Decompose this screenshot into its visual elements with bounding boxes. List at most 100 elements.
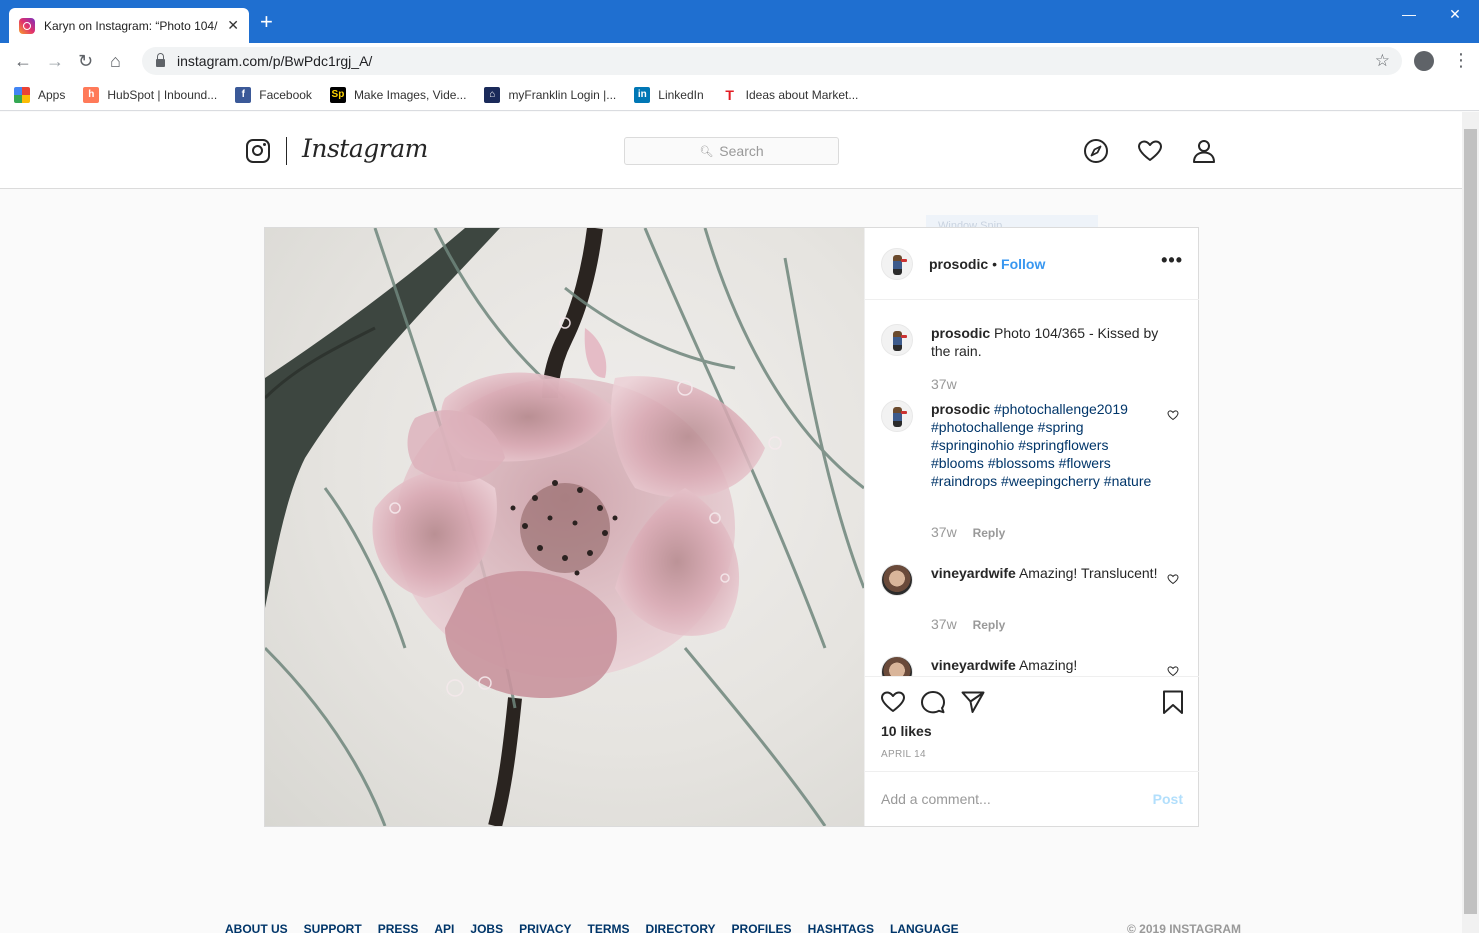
footer-link[interactable]: PROFILES (732, 922, 792, 933)
forward-icon[interactable]: → (46, 51, 64, 71)
profile-person-icon[interactable] (1191, 138, 1217, 164)
page-scrollbar[interactable] (1462, 112, 1479, 933)
hashtag[interactable]: #photochallenge (931, 419, 1034, 435)
comment-item: vineyardwife Amazing! (881, 656, 1183, 676)
footer-link[interactable]: ABOUT US (225, 922, 288, 933)
tab-close-icon[interactable]: ✕ (227, 17, 239, 34)
bookmark-star-icon[interactable]: ☆ (1375, 51, 1390, 71)
bookmark-franklin[interactable]: ⌂ myFranklin Login |... (484, 86, 616, 103)
caption-username[interactable]: prosodic (931, 325, 990, 341)
hashtag[interactable]: #flowers (1059, 455, 1111, 471)
hashtag[interactable]: #blossoms (988, 455, 1055, 471)
post-actions: 10 likes APRIL 14 (865, 676, 1199, 771)
bookmark-spark[interactable]: Sp Make Images, Vide... (329, 86, 466, 103)
search-input[interactable]: 🔍︎ Search (624, 137, 839, 165)
instagram-camera-icon[interactable] (246, 139, 270, 163)
bookmark-facebook[interactable]: f Facebook (235, 86, 312, 103)
reload-icon[interactable]: ↻ (78, 51, 93, 71)
comments-list: prosodic Photo 104/365 - Kissed by the r… (865, 301, 1199, 676)
hashtag[interactable]: #springflowers (1018, 437, 1108, 453)
activity-heart-icon[interactable] (1137, 138, 1163, 164)
cherry-blossom-image (265, 228, 864, 826)
comment-username[interactable]: prosodic (931, 401, 990, 417)
profile-icon[interactable] (1414, 51, 1434, 71)
comment-avatar[interactable] (881, 400, 913, 432)
menu-icon[interactable]: ⋮ (1452, 50, 1470, 71)
author-avatar[interactable] (881, 247, 913, 280)
comment-text: Amazing! Translucent! (1018, 565, 1158, 581)
browser-tab[interactable]: Karyn on Instagram: “Photo 104/ ✕ (9, 8, 249, 43)
footer-links: ABOUT US SUPPORT PRESS API JOBS PRIVACY … (225, 922, 1245, 933)
comment-time[interactable]: 37w (931, 524, 957, 540)
like-heart-icon[interactable] (880, 689, 906, 715)
new-tab-button[interactable]: + (260, 11, 273, 33)
comment-like-heart-icon[interactable] (1167, 573, 1179, 585)
comment-item: vineyardwife Amazing! Translucent! (881, 564, 1183, 596)
footer-link[interactable]: LANGUAGE (890, 922, 959, 933)
comment-username[interactable]: vineyardwife (931, 565, 1016, 581)
linkedin-icon: in (634, 86, 651, 103)
footer-link[interactable]: DIRECTORY (646, 922, 716, 933)
comment-text: Amazing! (1018, 657, 1078, 673)
author-username[interactable]: prosodic (929, 256, 988, 272)
search-icon: 🔍︎ (699, 145, 714, 158)
bookmark-linkedin[interactable]: in LinkedIn (634, 86, 704, 103)
hashtag[interactable]: #blooms (931, 455, 984, 471)
hashtag[interactable]: #nature (1104, 473, 1151, 489)
caption-meta: 37w (931, 376, 957, 392)
bookmarks-bar: Apps h HubSpot | Inbound... f Facebook S… (0, 79, 1479, 111)
search-placeholder: Search (719, 143, 764, 159)
comment-bubble-icon[interactable] (920, 689, 946, 715)
back-icon[interactable]: ← (14, 51, 32, 71)
likes-count[interactable]: 10 likes (881, 723, 932, 739)
hashtag[interactable]: #springinohio (931, 437, 1014, 453)
bookmark-apps[interactable]: Apps (14, 86, 65, 103)
caption-avatar[interactable] (881, 324, 913, 356)
hashtag[interactable]: #photochallenge2019 (994, 401, 1128, 417)
more-options-icon[interactable]: ••• (1161, 250, 1183, 271)
apps-grid-icon (14, 86, 30, 103)
save-bookmark-icon[interactable] (1160, 689, 1186, 715)
commenter-avatar[interactable] (881, 564, 913, 596)
explore-compass-icon[interactable] (1083, 138, 1109, 164)
bookmark-ideas[interactable]: T Ideas about Market... (721, 86, 858, 103)
hashtag[interactable]: #raindrops (931, 473, 997, 489)
comment-meta: 37w Reply (931, 616, 1005, 632)
share-paper-plane-icon[interactable] (960, 689, 986, 715)
footer-link[interactable]: API (434, 922, 454, 933)
post-date[interactable]: APRIL 14 (881, 749, 926, 760)
footer-link[interactable]: TERMS (588, 922, 630, 933)
post-photo[interactable] (265, 228, 864, 826)
address-bar-row: ← → ↻ ⌂ instagram.com/p/BwPdc1rgj_A/ ☆ ⋮ (0, 43, 1479, 79)
comment-like-heart-icon[interactable] (1167, 409, 1179, 421)
url-text: instagram.com/p/BwPdc1rgj_A/ (177, 53, 373, 69)
window-close-button[interactable]: ✕ (1432, 6, 1478, 23)
follow-button[interactable]: Follow (1001, 256, 1045, 272)
footer-link[interactable]: PRIVACY (519, 922, 571, 933)
post-comment-button[interactable]: Post (1153, 791, 1183, 807)
caption-time[interactable]: 37w (931, 376, 957, 392)
url-bar[interactable]: instagram.com/p/BwPdc1rgj_A/ ☆ (142, 47, 1402, 75)
hashtag[interactable]: #weepingcherry (1001, 473, 1100, 489)
post-sidebar: prosodic • Follow ••• prosodic Photo 104… (864, 228, 1199, 826)
hashtag[interactable]: #spring (1038, 419, 1084, 435)
minimize-button[interactable]: — (1386, 6, 1432, 22)
spark-icon: Sp (329, 86, 346, 103)
home-icon[interactable]: ⌂ (110, 51, 121, 71)
commenter-avatar[interactable] (881, 656, 913, 676)
reply-button[interactable]: Reply (973, 526, 1006, 540)
footer-link[interactable]: JOBS (470, 922, 503, 933)
scrollbar-thumb[interactable] (1464, 129, 1477, 914)
comment-input[interactable]: Add a comment... (881, 791, 1153, 807)
instagram-wordmark[interactable]: Instagram (302, 134, 428, 163)
reply-button[interactable]: Reply (973, 618, 1006, 632)
footer-link[interactable]: SUPPORT (304, 922, 362, 933)
comment-username[interactable]: vineyardwife (931, 657, 1016, 673)
bookmark-hubspot[interactable]: h HubSpot | Inbound... (83, 86, 217, 103)
comment-like-heart-icon[interactable] (1167, 665, 1179, 676)
instagram-page: Instagram 🔍︎ Search Window Snip prosodic… (0, 112, 1462, 933)
comment-time[interactable]: 37w (931, 616, 957, 632)
post-header: prosodic • Follow ••• (865, 228, 1199, 300)
footer-link[interactable]: HASHTAGS (808, 922, 874, 933)
footer-link[interactable]: PRESS (378, 922, 419, 933)
